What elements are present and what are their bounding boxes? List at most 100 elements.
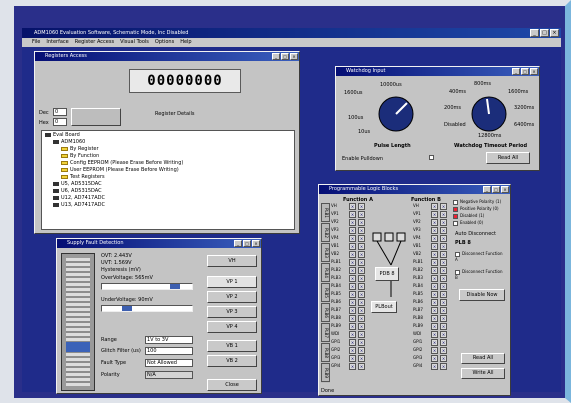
menu-register-access[interactable]: Register Access xyxy=(75,38,114,47)
logic-cell[interactable]: × xyxy=(431,299,438,306)
logic-cell[interactable]: × xyxy=(431,291,438,298)
hex-input[interactable]: 0 xyxy=(53,118,67,126)
logic-cell[interactable]: × xyxy=(349,291,356,298)
logic-cell[interactable]: × xyxy=(358,227,365,234)
tree-item[interactable]: U12, AD7417ADC xyxy=(45,195,291,202)
logic-cell[interactable]: × xyxy=(440,307,447,314)
tree-item[interactable]: Eval Board xyxy=(45,132,291,139)
timeout-period-knob[interactable] xyxy=(464,89,514,139)
logic-cell[interactable]: × xyxy=(358,315,365,322)
logic-cell[interactable]: × xyxy=(440,235,447,242)
logic-cell[interactable]: × xyxy=(440,299,447,306)
logic-cell[interactable]: × xyxy=(358,363,365,370)
logic-cell[interactable]: × xyxy=(431,267,438,274)
logic-cell[interactable]: × xyxy=(358,355,365,362)
logic-cell[interactable]: × xyxy=(431,211,438,218)
plb-tab[interactable]: PLB7 xyxy=(321,323,330,342)
logic-cell[interactable]: × xyxy=(431,243,438,250)
polarity-select[interactable]: N/A xyxy=(145,371,193,379)
logic-cell[interactable]: × xyxy=(358,235,365,242)
logic-cell[interactable]: × xyxy=(349,203,356,210)
logic-cell[interactable]: × xyxy=(349,251,356,258)
watchdog-read-all-button[interactable]: Read All xyxy=(486,152,530,164)
logic-cell[interactable]: × xyxy=(358,219,365,226)
plb-tab[interactable]: PLB5 xyxy=(321,283,330,302)
channel-vp1-button[interactable]: VP 1 xyxy=(207,276,257,288)
plb-tab[interactable]: PLB2 xyxy=(321,223,330,242)
tree-item[interactable]: Config EEPROM (Please Erase Before Writi… xyxy=(45,160,291,167)
logic-cell[interactable]: × xyxy=(440,219,447,226)
logic-cell[interactable]: × xyxy=(431,347,438,354)
close-icon[interactable]: × xyxy=(550,29,559,37)
pld-read-all-button[interactable]: Read All xyxy=(461,353,505,364)
channel-vb1-button[interactable]: VB 1 xyxy=(207,340,257,352)
logic-cell[interactable]: × xyxy=(431,235,438,242)
menu-options[interactable]: Options xyxy=(155,38,174,47)
bit-toggle-icons[interactable] xyxy=(71,108,121,126)
logic-cell[interactable]: × xyxy=(440,211,447,218)
logic-cell[interactable]: × xyxy=(440,251,447,258)
undervoltage-slider[interactable] xyxy=(101,305,193,312)
logic-cell[interactable]: × xyxy=(431,219,438,226)
logic-cell[interactable]: × xyxy=(431,203,438,210)
logic-cell[interactable]: × xyxy=(349,323,356,330)
logic-cell[interactable]: × xyxy=(358,267,365,274)
logic-cell[interactable]: × xyxy=(349,219,356,226)
logic-cell[interactable]: × xyxy=(440,323,447,330)
logic-cell[interactable]: × xyxy=(358,211,365,218)
logic-cell[interactable]: × xyxy=(440,355,447,362)
logic-cell[interactable]: × xyxy=(358,291,365,298)
channel-vp4-button[interactable]: VP 4 xyxy=(207,321,257,333)
channel-vp3-button[interactable]: VP 3 xyxy=(207,306,257,318)
tree-item[interactable]: By Register xyxy=(45,146,291,153)
logic-cell[interactable]: × xyxy=(431,259,438,266)
menu-help[interactable]: Help xyxy=(180,38,191,47)
overvoltage-slider[interactable] xyxy=(101,283,193,290)
logic-cell[interactable]: × xyxy=(349,331,356,338)
minimize-icon[interactable]: _ xyxy=(483,186,491,193)
close-icon[interactable]: × xyxy=(501,186,509,193)
logic-cell[interactable]: × xyxy=(349,227,356,234)
minimize-icon[interactable]: _ xyxy=(272,53,280,60)
plb-tab[interactable]: PLB1 xyxy=(321,203,330,222)
pld-write-all-button[interactable]: Write All xyxy=(461,368,505,379)
minimize-icon[interactable]: _ xyxy=(512,68,520,75)
logic-cell[interactable]: × xyxy=(440,363,447,370)
logic-cell[interactable]: × xyxy=(349,339,356,346)
logic-cell[interactable]: × xyxy=(358,307,365,314)
dec-input[interactable]: 0 xyxy=(53,108,67,116)
logic-cell[interactable]: × xyxy=(349,283,356,290)
disable-now-button[interactable]: Disable Now xyxy=(459,289,505,301)
plb-tab[interactable]: PLB4 xyxy=(321,263,330,282)
logic-cell[interactable]: × xyxy=(431,363,438,370)
channel-vp2-button[interactable]: VP 2 xyxy=(207,291,257,303)
menu-file[interactable]: File xyxy=(32,38,40,47)
plb-tab[interactable]: PLB3 xyxy=(321,243,330,262)
pulse-length-knob[interactable] xyxy=(371,89,421,139)
logic-cell[interactable]: × xyxy=(349,211,356,218)
logic-cell[interactable]: × xyxy=(349,363,356,370)
logic-cell[interactable]: × xyxy=(349,355,356,362)
logic-cell[interactable]: × xyxy=(431,275,438,282)
maximize-icon[interactable]: □ xyxy=(243,240,251,247)
maximize-icon[interactable]: □ xyxy=(492,186,500,193)
maximize-icon[interactable]: □ xyxy=(521,68,529,75)
range-select[interactable]: 1V to 3V xyxy=(145,336,193,344)
logic-cell[interactable]: × xyxy=(349,347,356,354)
logic-cell[interactable]: × xyxy=(440,347,447,354)
logic-cell[interactable]: × xyxy=(431,227,438,234)
logic-cell[interactable]: × xyxy=(349,275,356,282)
logic-cell[interactable]: × xyxy=(440,203,447,210)
logic-cell[interactable]: × xyxy=(349,259,356,266)
glitch-filter-select[interactable]: 100 xyxy=(145,347,193,355)
logic-cell[interactable]: × xyxy=(358,243,365,250)
logic-cell[interactable]: × xyxy=(440,275,447,282)
logic-cell[interactable]: × xyxy=(358,299,365,306)
supply-close-button[interactable]: Close xyxy=(207,379,257,391)
tree-item[interactable]: Test Registers xyxy=(45,174,291,181)
logic-cell[interactable]: × xyxy=(358,203,365,210)
logic-cell[interactable]: × xyxy=(349,235,356,242)
menu-interface[interactable]: Interface xyxy=(46,38,68,47)
tree-item[interactable]: U13, AD7417ADC xyxy=(45,202,291,209)
plb-tab[interactable]: PLB8 xyxy=(321,343,330,362)
